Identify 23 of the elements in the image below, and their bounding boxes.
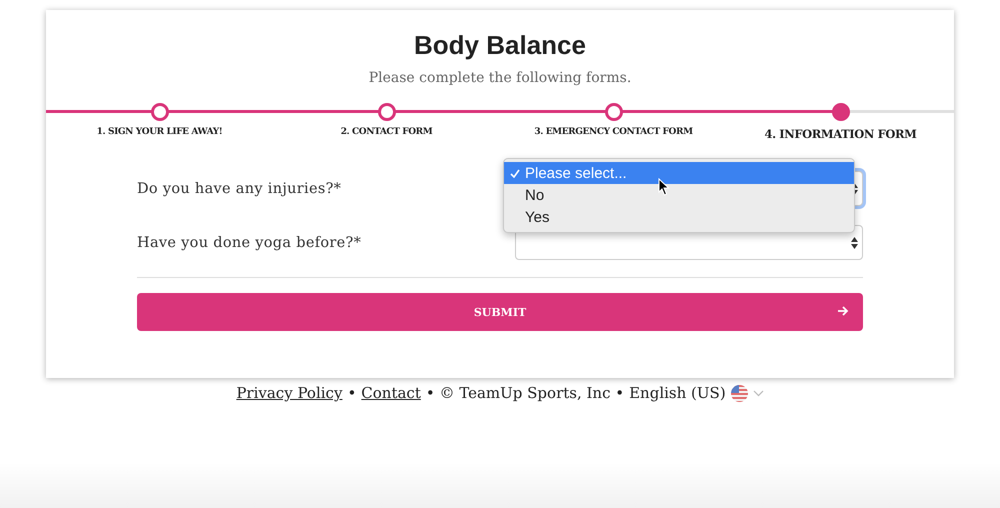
subtitle: Please complete the following forms. <box>368 69 632 87</box>
flag-icon <box>730 384 748 402</box>
footer-text: • © TeamUp Sports, Inc • <box>426 384 624 402</box>
step-label[interactable]: 4. INFORMATION FORM <box>764 127 916 141</box>
check-icon <box>510 168 520 178</box>
dropdown-option[interactable]: No <box>504 184 854 206</box>
dropdown-option[interactable]: Please select... <box>504 162 854 184</box>
step-label[interactable]: 3. EMERGENCY CONTACT FORM <box>534 127 693 137</box>
footer-text: • <box>347 384 356 402</box>
mouse-cursor-icon <box>658 178 670 196</box>
step-label[interactable]: 1. SIGN YOUR LIFE AWAY! <box>96 127 222 137</box>
field-label: Have you done yoga before?* <box>137 234 362 250</box>
dropdown-option[interactable]: Yes <box>504 206 854 228</box>
chevron-down-icon <box>752 390 764 396</box>
language-selector[interactable]: English (US) <box>629 384 726 402</box>
field-label: Do you have any injuries?* <box>137 180 342 196</box>
page-title: Body Balance <box>414 30 586 60</box>
footer-link[interactable]: Privacy Policy <box>236 384 342 402</box>
footer-link[interactable]: Contact <box>361 384 421 402</box>
arrow-right-icon <box>837 305 849 317</box>
select-arrows-icon <box>851 236 858 248</box>
step-label[interactable]: 2. CONTACT FORM <box>340 127 432 137</box>
submit-button[interactable]: SUBMIT <box>137 293 863 331</box>
